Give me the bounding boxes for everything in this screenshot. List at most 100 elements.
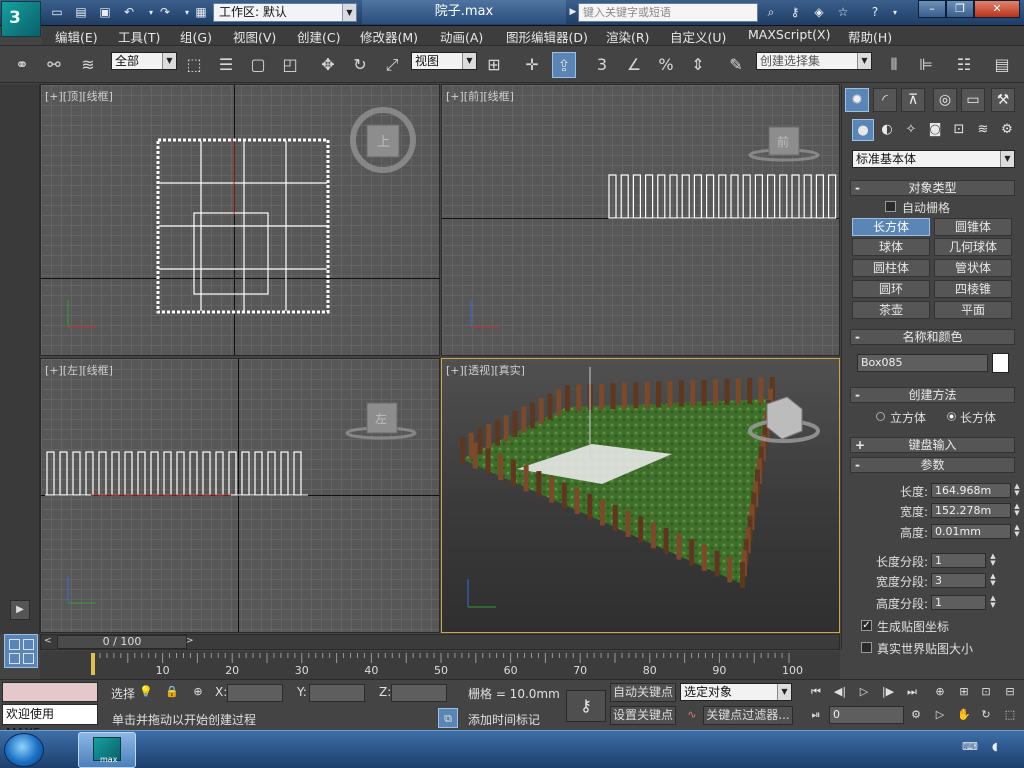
cone-button[interactable]: 圆锥体 xyxy=(934,218,1012,236)
select-by-name-icon[interactable]: ☰ xyxy=(214,52,238,78)
key-icon[interactable]: ⚷ xyxy=(786,4,804,21)
viewport-perspective[interactable]: [+][透视][真实] xyxy=(441,358,840,633)
volume-tray-icon[interactable]: ◖ xyxy=(992,740,1008,754)
viewport-top[interactable]: [+][顶][线框] 上 xyxy=(40,84,440,356)
pan-icon[interactable]: ✋ xyxy=(954,705,974,725)
y-coordinate-field[interactable] xyxy=(309,684,365,702)
help-icon[interactable]: ? xyxy=(866,4,884,21)
spinner-arrows-icon[interactable]: ▲ ▼ xyxy=(988,595,998,610)
isolate-lamp-icon[interactable]: 💡 xyxy=(136,682,156,702)
cameras-icon[interactable]: ◙ xyxy=(924,119,946,141)
reference-coord-dropdown[interactable]: 视图 ▼ xyxy=(411,52,477,70)
absolute-mode-icon[interactable]: ⊕ xyxy=(188,682,208,702)
time-slider[interactable]: < 0 / 100 > xyxy=(40,634,840,650)
maxscript-mini-listener[interactable]: 欢迎使用 MAXSc xyxy=(2,704,98,740)
previous-frame-icon[interactable]: ◀| xyxy=(830,682,850,702)
torus-button[interactable]: 圆环 xyxy=(852,280,930,298)
expand-panel-button[interactable]: ▶ xyxy=(10,600,30,620)
go-to-end-icon[interactable]: ⏭ xyxy=(902,682,922,702)
maximize-viewport-icon[interactable]: ⬚ xyxy=(1000,705,1020,725)
help-dropdown-icon[interactable]: ▾ xyxy=(886,4,904,21)
height-segs-spinner[interactable]: 1 xyxy=(931,595,986,610)
width-spinner[interactable]: 152.278m xyxy=(931,503,1011,518)
unlink-icon[interactable]: ⚯ xyxy=(42,52,66,78)
comm-center-icon[interactable]: ◈ xyxy=(810,4,828,21)
spinner-arrows-icon[interactable]: ▲ ▼ xyxy=(988,553,998,568)
cylinder-button[interactable]: 圆柱体 xyxy=(852,259,930,277)
project-folder-icon[interactable]: ▦ xyxy=(192,4,210,21)
rect-selection-icon[interactable]: ▢ xyxy=(246,52,270,78)
menu-create[interactable]: 创建(C) xyxy=(297,27,340,46)
menu-graph-editors[interactable]: 图形编辑器(D) xyxy=(506,27,588,46)
teapot-button[interactable]: 茶壶 xyxy=(852,301,930,319)
menu-modifiers[interactable]: 修改器(M) xyxy=(360,27,418,46)
hierarchy-tab-icon[interactable]: ⊼ xyxy=(901,88,925,112)
time-config-icon[interactable]: ⚙ xyxy=(906,705,926,725)
favorites-star-icon[interactable]: ☆ xyxy=(834,4,852,21)
link-icon[interactable]: ⚭ xyxy=(10,52,34,78)
new-file-icon[interactable]: ▭ xyxy=(48,4,66,21)
pyramid-button[interactable]: 四棱锥 xyxy=(934,280,1012,298)
set-key-button[interactable]: 设置关键点 xyxy=(610,706,676,725)
workspace-dropdown[interactable]: 工作区: 默认 ▼ xyxy=(213,3,357,22)
viewport-left[interactable]: [+][左][线框] 左 xyxy=(40,358,440,633)
utilities-tab-icon[interactable]: ⚒ xyxy=(991,88,1015,112)
spacewarps-icon[interactable]: ≋ xyxy=(972,119,994,141)
save-icon[interactable]: ▣ xyxy=(96,4,114,21)
menu-maxscript[interactable]: MAXScript(X) xyxy=(748,27,830,42)
zoom-all-icon[interactable]: ⊞ xyxy=(954,682,974,702)
scale-icon[interactable]: ⤢ xyxy=(380,52,404,78)
modify-tab-icon[interactable]: ◜ xyxy=(873,88,897,112)
menu-customize[interactable]: 自定义(U) xyxy=(670,27,726,46)
spinner-arrows-icon[interactable]: ▲ ▼ xyxy=(1012,503,1022,518)
go-to-start-icon[interactable]: ⏮ xyxy=(806,682,826,702)
lights-icon[interactable]: ✧ xyxy=(900,119,922,141)
redo-icon[interactable]: ↷ xyxy=(156,4,174,21)
align-icon[interactable]: ⊫ xyxy=(914,52,938,78)
named-selection-dropdown[interactable]: 创建选择集 ▼ xyxy=(756,52,872,70)
key-filters-button[interactable]: 关键点过滤器... xyxy=(703,706,793,725)
length-spinner[interactable]: 164.968m xyxy=(931,483,1011,498)
x-coordinate-field[interactable] xyxy=(227,684,283,702)
keyboard-shortcut-override-icon[interactable]: ⇪ xyxy=(552,52,576,78)
object-type-rollout[interactable]: - 对象类型 xyxy=(850,180,1015,196)
app-logo[interactable]: 3 xyxy=(1,1,41,37)
plane-button[interactable]: 平面 xyxy=(934,301,1012,319)
undo-icon[interactable]: ↶ xyxy=(120,4,138,21)
shapes-icon[interactable]: ◐ xyxy=(876,119,898,141)
viewport-layout-button[interactable] xyxy=(4,634,38,668)
orbit-icon[interactable]: ↻ xyxy=(976,705,996,725)
auto-key-button[interactable]: 自动关键点 xyxy=(610,683,676,702)
mirror-icon[interactable]: ⫴ xyxy=(882,52,906,78)
selection-filter-dropdown[interactable]: 全部 ▼ xyxy=(111,52,177,70)
menu-animation[interactable]: 动画(A) xyxy=(440,27,483,46)
current-frame-field[interactable]: 0 xyxy=(829,706,904,724)
key-curve-icon[interactable]: ∿ xyxy=(682,705,702,725)
geosphere-button[interactable]: 几何球体 xyxy=(934,238,1012,256)
snaps-toggle-icon[interactable]: 3 xyxy=(590,52,614,78)
keyboard-entry-rollout[interactable]: + 键盘输入 xyxy=(850,437,1015,453)
key-mode-dropdown[interactable]: 选定对象 ▼ xyxy=(680,683,792,701)
geometry-icon[interactable]: ● xyxy=(852,119,874,141)
minimize-button[interactable]: – xyxy=(918,0,946,18)
edit-named-selection-icon[interactable]: ✎ xyxy=(724,52,748,78)
pivot-center-icon[interactable]: ⊞ xyxy=(482,52,506,78)
spinner-arrows-icon[interactable]: ▲ ▼ xyxy=(1012,524,1022,539)
next-frame-icon[interactable]: |▶ xyxy=(878,682,898,702)
move-icon[interactable]: ✥ xyxy=(316,52,340,78)
zoom-icon[interactable]: ⊕ xyxy=(930,682,950,702)
maximize-button[interactable]: ❐ xyxy=(946,0,974,18)
time-slider-prev-icon[interactable]: < xyxy=(44,636,56,648)
menu-group[interactable]: 组(G) xyxy=(180,27,212,46)
key-mode-toggle-icon[interactable]: ⏯ xyxy=(806,705,826,725)
select-object-icon[interactable]: ⬚ xyxy=(182,52,206,78)
display-tab-icon[interactable]: ▭ xyxy=(961,88,985,112)
cube-radio[interactable] xyxy=(876,412,885,421)
name-color-rollout[interactable]: - 名称和颜色 xyxy=(850,329,1015,345)
lock-icon[interactable]: 🔒 xyxy=(162,682,182,702)
render-setup-icon[interactable]: ▤ xyxy=(990,52,1014,78)
rotate-icon[interactable]: ↻ xyxy=(348,52,372,78)
box-radio[interactable] xyxy=(947,412,956,421)
height-spinner[interactable]: 0.01mm xyxy=(931,524,1011,539)
bind-spacewarp-icon[interactable]: ≋ xyxy=(76,52,100,78)
